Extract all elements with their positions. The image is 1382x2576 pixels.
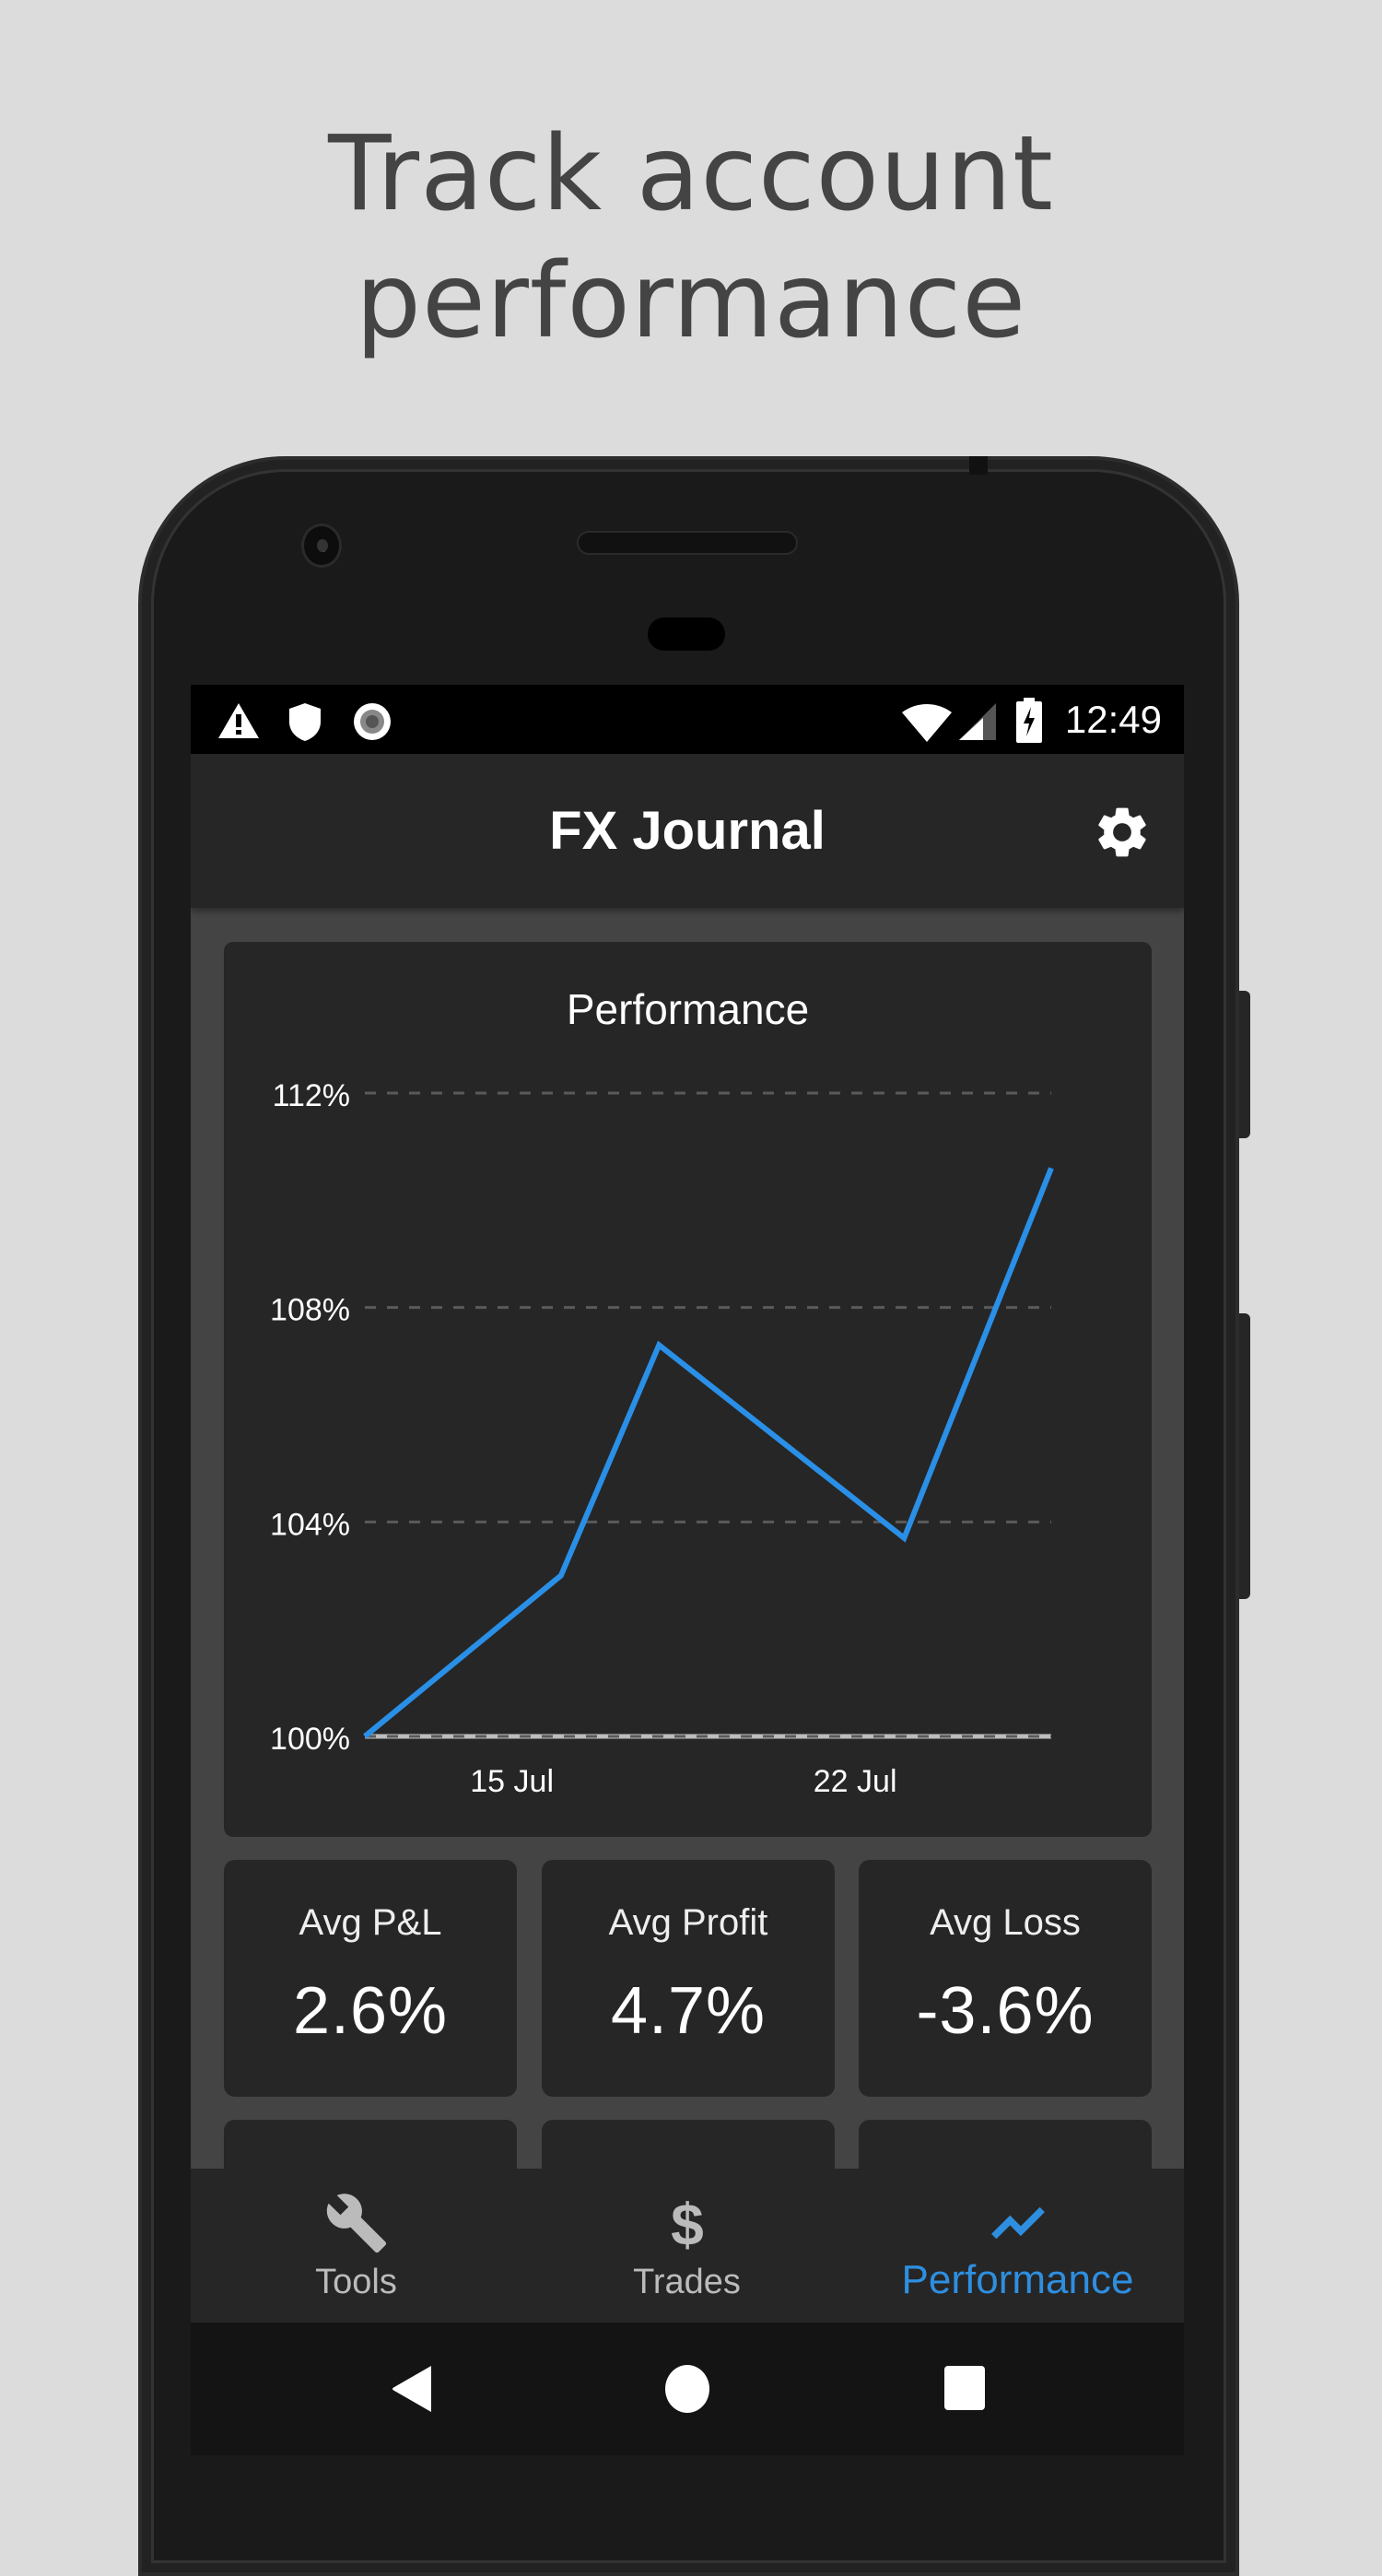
back-icon[interactable] — [391, 2364, 433, 2414]
stat-label: Avg Loss — [859, 1902, 1152, 1944]
home-icon[interactable] — [664, 2364, 710, 2414]
status-time: 12:49 — [1065, 698, 1162, 742]
recents-icon[interactable] — [943, 2364, 987, 2412]
proximity-sensor — [648, 618, 725, 651]
x-tick-label: 22 Jul — [814, 1764, 897, 1799]
battery-charging-icon — [1015, 698, 1043, 744]
bottom-navigation: Tools $ Trades Performance — [191, 2169, 1184, 2323]
y-tick-label: 104% — [270, 1507, 350, 1542]
earpiece-speaker — [577, 531, 798, 555]
gear-icon[interactable] — [1092, 802, 1153, 863]
dollar-icon: $ — [655, 2191, 720, 2255]
phone-screen: 12:49 FX Journal Performance 100% 104% 108… — [191, 685, 1184, 2455]
headline-line-2: performance — [0, 238, 1382, 365]
app-title: FX Journal — [191, 800, 1184, 862]
status-bar: 12:49 — [191, 685, 1184, 754]
x-tick-label: 15 Jul — [470, 1764, 554, 1799]
svg-text:$: $ — [671, 2191, 704, 2255]
cellular-signal-icon — [957, 701, 998, 742]
y-tick-label: 108% — [270, 1293, 350, 1328]
front-camera — [301, 523, 342, 568]
shield-icon — [287, 701, 322, 742]
stat-card-avg-profit[interactable]: Avg Profit 4.7% — [542, 1860, 835, 2097]
stat-value: 4.7% — [542, 1973, 835, 2049]
stat-label: Avg P&L — [224, 1902, 517, 1944]
volume-button — [1239, 1313, 1250, 1599]
system-navigation-bar — [191, 2323, 1184, 2455]
y-tick-label: 100% — [270, 1722, 350, 1757]
series-line — [365, 1168, 1051, 1736]
stat-card-avg-pnl[interactable]: Avg P&L 2.6% — [224, 1860, 517, 2097]
nav-label: Tools — [191, 2263, 521, 2302]
wrench-icon — [324, 2191, 389, 2255]
nav-label: Performance — [852, 2257, 1183, 2303]
performance-chart: 100% 104% 108% 112% 15 Jul 22 Jul — [224, 942, 1152, 1837]
stat-card-avg-loss[interactable]: Avg Loss -3.6% — [859, 1860, 1152, 2097]
stat-value: 2.6% — [224, 1973, 517, 2049]
warning-icon — [217, 701, 261, 740]
headline: Track account performance — [0, 111, 1382, 365]
app-bar: FX Journal — [191, 754, 1184, 908]
nav-label: Trades — [521, 2263, 852, 2302]
power-button — [1239, 991, 1250, 1138]
performance-chart-card: Performance 100%104%108%112%15 Jul22 Jul — [224, 942, 1152, 1837]
nav-tab-tools[interactable]: Tools — [191, 2169, 521, 2323]
wifi-icon — [900, 703, 954, 742]
stat-value: -3.6% — [859, 1973, 1152, 2049]
nav-tab-performance[interactable]: Performance — [852, 2169, 1183, 2323]
nav-tab-trades[interactable]: $ Trades — [521, 2169, 852, 2323]
headline-line-1: Track account — [0, 111, 1382, 238]
record-icon — [351, 701, 393, 742]
y-tick-label: 112% — [273, 1078, 350, 1113]
trending-up-icon — [986, 2191, 1050, 2255]
phone-top-notch — [969, 456, 988, 475]
stat-label: Avg Profit — [542, 1902, 835, 1944]
